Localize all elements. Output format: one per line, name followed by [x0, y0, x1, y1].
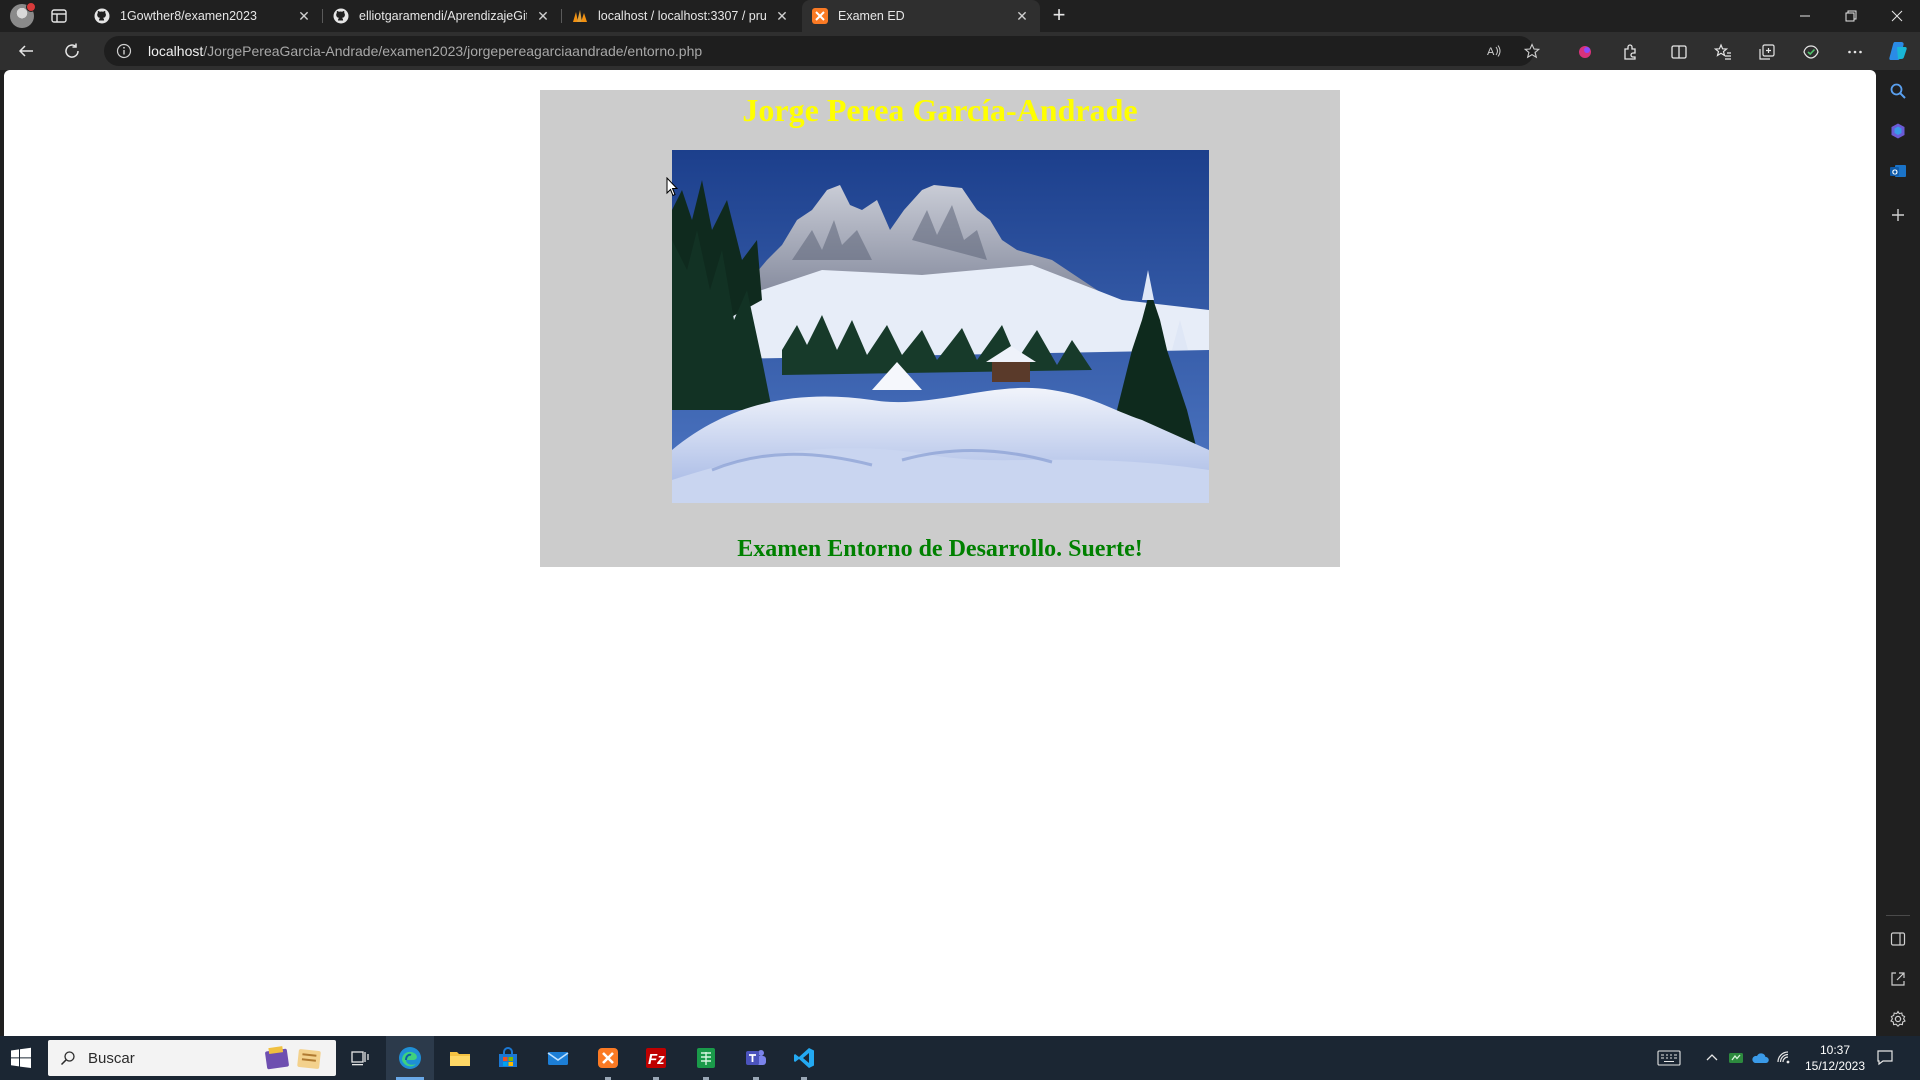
- read-aloud-icon[interactable]: A: [1486, 43, 1502, 59]
- tab-title: elliotgaramendi/AprendizajeGit:: [359, 9, 527, 23]
- taskbar-search-box[interactable]: Buscar: [48, 1040, 336, 1076]
- mouse-cursor-icon: [666, 176, 679, 197]
- tab-github-examen[interactable]: 1Gowther8/examen2023 ✕: [84, 0, 322, 32]
- keyboard-layout-icon[interactable]: [1656, 1048, 1682, 1068]
- taskbar-store-button[interactable]: [484, 1036, 532, 1080]
- tab-examen-ed[interactable]: Examen ED ✕: [802, 0, 1040, 32]
- back-button[interactable]: [14, 39, 38, 63]
- taskbar-teams-button[interactable]: [732, 1036, 780, 1080]
- address-bar[interactable]: localhost/JorgePereaGarcia-Andrade/exame…: [104, 36, 1541, 66]
- github-icon: [333, 8, 349, 24]
- xampp-icon: [812, 8, 828, 24]
- clock-time: 10:37: [1819, 1043, 1851, 1057]
- extensions-icon[interactable]: [1621, 43, 1639, 61]
- refresh-button[interactable]: [60, 39, 84, 63]
- favorites-icon[interactable]: [1713, 43, 1732, 61]
- hide-sidebar-icon[interactable]: [1889, 930, 1907, 948]
- new-tab-button[interactable]: +: [1048, 4, 1070, 27]
- minimize-button[interactable]: [1782, 0, 1828, 32]
- favorite-star-icon[interactable]: [1523, 43, 1541, 59]
- taskbar-mail-button[interactable]: [534, 1036, 582, 1080]
- profile-avatar[interactable]: [10, 2, 36, 28]
- phpmyadmin-icon: [572, 8, 588, 24]
- url-text[interactable]: localhost/JorgePereaGarcia-Andrade/exame…: [148, 43, 702, 59]
- clock-date: 15/12/2023: [1804, 1059, 1866, 1073]
- split-screen-icon[interactable]: [1670, 43, 1688, 61]
- close-window-button[interactable]: [1874, 0, 1920, 32]
- add-sidebar-app-icon[interactable]: [1889, 206, 1907, 224]
- collections-icon[interactable]: [1758, 43, 1776, 61]
- taskbar-xampp-button[interactable]: [584, 1036, 632, 1080]
- tab-title: Examen ED: [838, 9, 905, 23]
- taskbar-clock[interactable]: 10:37 15/12/2023: [1790, 1042, 1880, 1074]
- search-highlight-illustration-icon: [262, 1044, 328, 1072]
- tab-github-aprendizaje[interactable]: elliotgaramendi/AprendizajeGit: ✕: [323, 0, 561, 32]
- page-viewport: Jorge Perea García-Andrade Examen Entorn…: [4, 70, 1876, 1036]
- restore-button[interactable]: [1828, 0, 1874, 32]
- outlook-icon[interactable]: O: [1889, 162, 1907, 180]
- search-placeholder: Buscar: [88, 1050, 135, 1067]
- search-icon: [60, 1050, 76, 1066]
- search-icon[interactable]: [1889, 82, 1907, 100]
- svg-text:A: A: [1487, 46, 1495, 58]
- svg-text:O: O: [1892, 167, 1898, 176]
- copilot-sidebar-icon[interactable]: [1889, 122, 1907, 140]
- tab-title: localhost / localhost:3307 / prue: [598, 9, 766, 23]
- tab-close-icon[interactable]: ✕: [1014, 8, 1030, 24]
- taskbar-file-explorer-button[interactable]: [436, 1036, 484, 1080]
- sidebar-divider: [1886, 915, 1910, 916]
- windows-taskbar: Buscar Fz 10:37 15/12/2023: [0, 1036, 1920, 1080]
- svg-text:Fz: Fz: [648, 1051, 665, 1068]
- settings-gear-icon[interactable]: [1889, 1010, 1907, 1028]
- tab-close-icon[interactable]: ✕: [296, 8, 312, 24]
- show-hidden-icons-chevron-icon[interactable]: [1702, 1048, 1722, 1068]
- more-options-icon[interactable]: [1846, 43, 1864, 61]
- tab-strip: 1Gowther8/examen2023 ✕ elliotgaramendi/A…: [0, 0, 1920, 32]
- open-external-icon[interactable]: [1889, 970, 1907, 988]
- notifications-icon[interactable]: [1876, 1048, 1896, 1068]
- tab-close-icon[interactable]: ✕: [774, 8, 790, 24]
- tab-close-icon[interactable]: ✕: [535, 8, 551, 24]
- edge-sidebar: O: [1876, 70, 1920, 1036]
- page-heading: Jorge Perea García-Andrade: [742, 92, 1138, 128]
- task-view-button[interactable]: [336, 1036, 384, 1080]
- browser-toolbar: localhost/JorgePereaGarcia-Andrade/exame…: [0, 32, 1920, 70]
- taskbar-spreadsheet-button[interactable]: [682, 1036, 730, 1080]
- windows-start-button[interactable]: [10, 1047, 36, 1069]
- extension-icon[interactable]: [1576, 43, 1594, 61]
- url-path: /JorgePereaGarcia-Andrade/examen2023/jor…: [203, 43, 703, 59]
- taskbar-vscode-button[interactable]: [780, 1036, 828, 1080]
- page-subheading: Examen Entorno de Desarrollo. Suerte!: [737, 536, 1143, 562]
- taskbar-edge-button[interactable]: [386, 1036, 434, 1080]
- browser-essentials-icon[interactable]: [1802, 43, 1820, 61]
- url-host: localhost: [148, 43, 204, 59]
- copilot-icon[interactable]: [1886, 39, 1910, 63]
- github-icon: [94, 8, 110, 24]
- mountain-landscape-image: [672, 150, 1209, 503]
- site-info-icon[interactable]: [116, 43, 132, 59]
- content-container: Jorge Perea García-Andrade Examen Entorn…: [540, 90, 1340, 567]
- tab-title: 1Gowther8/examen2023: [120, 9, 257, 23]
- tab-actions-icon[interactable]: [50, 7, 68, 25]
- tab-phpmyadmin[interactable]: localhost / localhost:3307 / prue ✕: [562, 0, 800, 32]
- onedrive-icon[interactable]: [1750, 1048, 1770, 1068]
- tray-app-icon[interactable]: [1726, 1048, 1746, 1068]
- taskbar-filezilla-button[interactable]: Fz: [632, 1036, 680, 1080]
